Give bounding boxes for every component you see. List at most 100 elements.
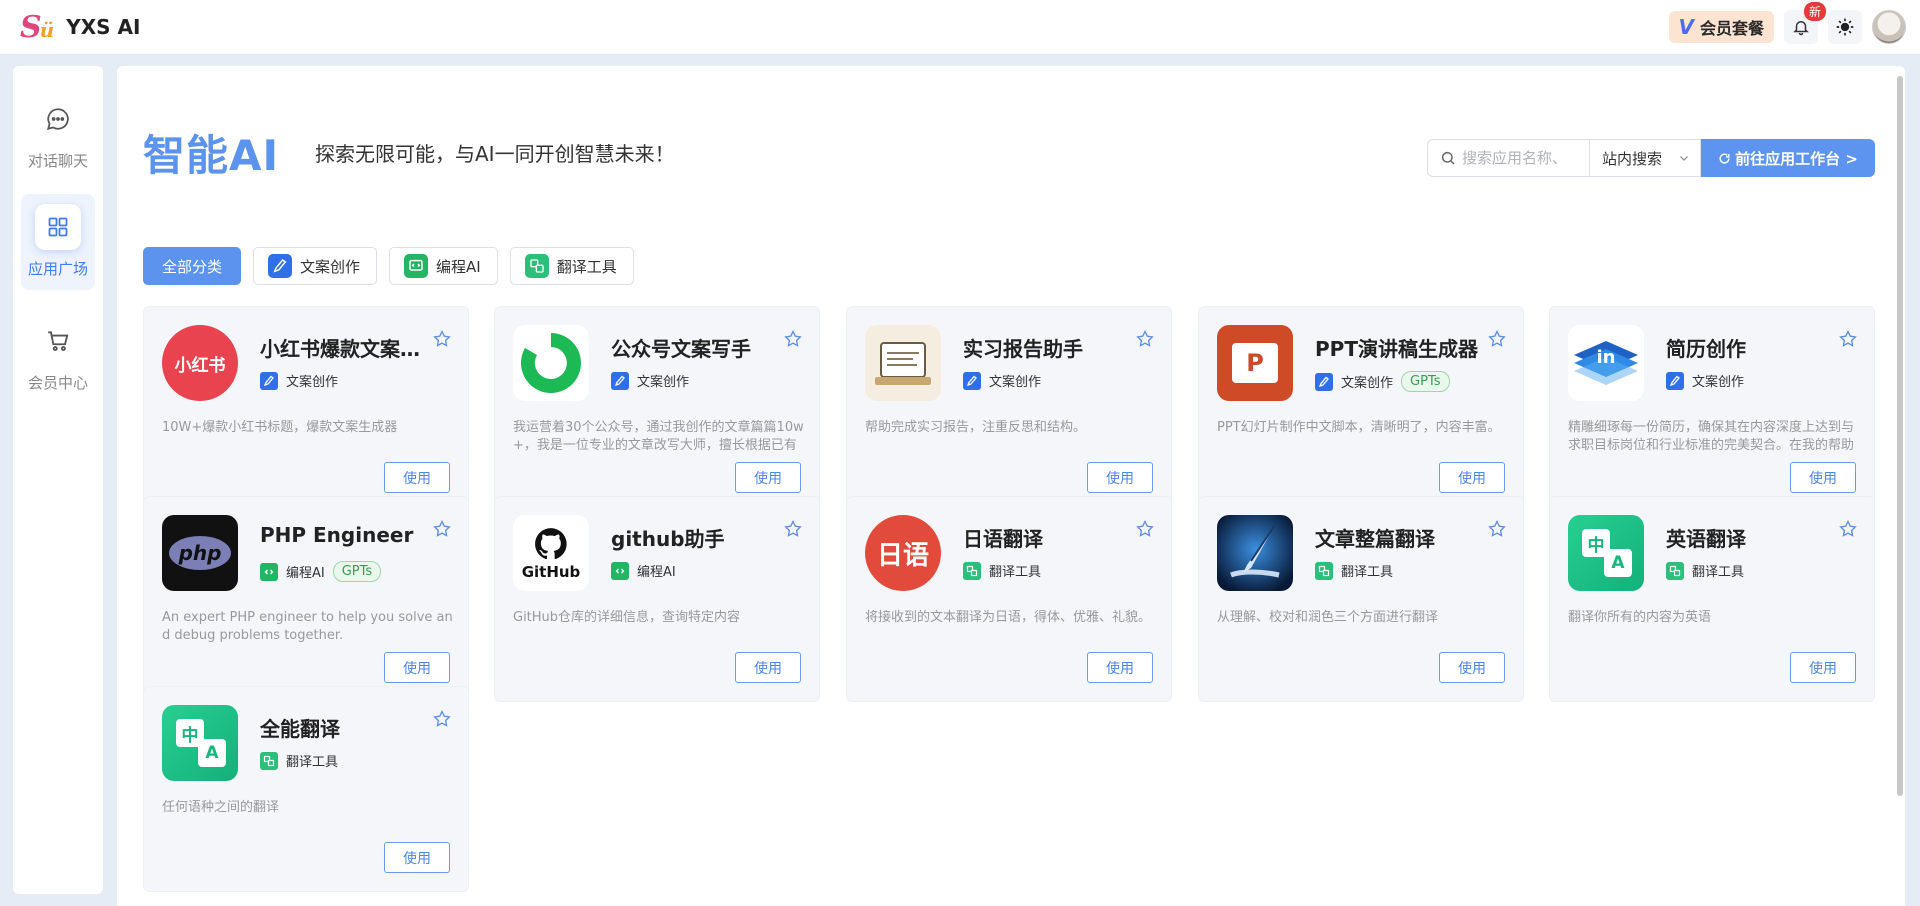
- logo[interactable]: Sü YXS AI: [20, 10, 140, 45]
- app-card[interactable]: 中 A 英语翻译 翻译工具 翻译你所有的内容为英语 使用: [1549, 496, 1875, 702]
- app-tags: 翻译工具: [1315, 561, 1393, 580]
- use-button[interactable]: 使用: [1087, 652, 1153, 683]
- sidebar-item-chat[interactable]: 对话聊天: [13, 96, 103, 171]
- app-icon: 中A: [1568, 515, 1644, 591]
- app-category: 编程AI: [637, 565, 676, 580]
- star-icon[interactable]: [1135, 519, 1155, 543]
- search-icon: [1441, 151, 1455, 165]
- filter-coding[interactable]: 编程AI: [389, 247, 498, 285]
- app-tags: 文案创作: [611, 371, 689, 390]
- category-filters: 全部分类 文案创作 编程AI 翻译工具: [143, 247, 634, 285]
- category-icon: [611, 561, 629, 580]
- search-bar: 站内搜索 前往应用工作台 >: [1427, 139, 1875, 177]
- filter-translation[interactable]: 翻译工具: [509, 247, 634, 285]
- app-name: YXS AI: [66, 15, 141, 39]
- app-icon: [1217, 515, 1293, 591]
- use-button[interactable]: 使用: [384, 462, 450, 493]
- app-name: 简历创作: [1666, 337, 1746, 361]
- avatar[interactable]: [1872, 10, 1906, 44]
- svg-text:in: in: [1597, 347, 1616, 368]
- app-icon-text: P: [1232, 343, 1278, 383]
- app-tags: 文案创作 GPTs: [1315, 371, 1450, 392]
- category-icon: [1666, 371, 1684, 390]
- app-description: 将接收到的文本翻译为日语，得体、优雅、礼貌。: [865, 610, 1152, 625]
- app-icon: 小红书: [162, 325, 238, 401]
- notification-button[interactable]: 新: [1784, 2, 1826, 44]
- use-button[interactable]: 使用: [735, 462, 801, 493]
- star-icon[interactable]: [1135, 329, 1155, 353]
- app-icon-text: php: [169, 536, 231, 570]
- sidebar: 对话聊天 应用广场 会员中心: [13, 66, 103, 894]
- app-category: 翻译工具: [286, 755, 339, 770]
- app-card[interactable]: 实习报告助手 文案创作 帮助完成实习报告，注重反思和结构。 使用: [846, 306, 1172, 512]
- search-scope-value: 站内搜索: [1602, 149, 1663, 168]
- app-description: 翻译你所有的内容为英语: [1568, 610, 1712, 625]
- app-description: An expert PHP engineer to help you solve…: [162, 610, 453, 643]
- category-icon: [611, 371, 629, 390]
- scrollbar[interactable]: [1895, 76, 1905, 796]
- sidebar-item-app-square[interactable]: 应用广场: [13, 204, 103, 279]
- theme-toggle-button[interactable]: [1828, 10, 1862, 44]
- code-icon: [404, 254, 429, 278]
- filter-all[interactable]: 全部分类: [143, 247, 242, 285]
- app-card[interactable]: GitHub github助手 编程AI GitHub仓库的详细信息，查询特定内容 使用: [494, 496, 820, 702]
- gpts-badge: GPTs: [1401, 371, 1450, 392]
- app-tags: 编程AI GPTs: [260, 561, 382, 582]
- app-icon: 中A: [162, 705, 238, 781]
- use-button[interactable]: 使用: [384, 842, 450, 873]
- app-tags: 翻译工具: [963, 561, 1041, 580]
- filter-label: 全部分类: [162, 257, 223, 276]
- star-icon[interactable]: [432, 329, 452, 353]
- app-card[interactable]: 公众号文案写手 文案创作 我运营着30个公众号，通过我创作的文章篇篇10w+，我是一…: [494, 306, 820, 512]
- gpts-badge: GPTs: [332, 561, 382, 582]
- use-button[interactable]: 使用: [1439, 462, 1505, 493]
- filter-copywriting[interactable]: 文案创作: [253, 247, 378, 285]
- search-field[interactable]: [1427, 139, 1589, 177]
- scrollbar-thumb[interactable]: [1897, 76, 1903, 796]
- star-icon[interactable]: [432, 519, 452, 543]
- app-card[interactable]: 中 A 全能翻译 翻译工具 任何语种之间的翻译 使用: [143, 686, 469, 892]
- use-button[interactable]: 使用: [735, 652, 801, 683]
- app-card[interactable]: 文章整篇翻译 翻译工具 从理解、校对和润色三个方面进行翻译 使用: [1198, 496, 1524, 702]
- app-name: PPT演讲稿生成器: [1315, 337, 1478, 361]
- use-button[interactable]: 使用: [1790, 462, 1856, 493]
- use-button[interactable]: 使用: [1087, 462, 1153, 493]
- star-icon[interactable]: [1487, 519, 1507, 543]
- app-card[interactable]: in 简历创作 文案创作 精雕细琢每一份简历，确保其在内容深度上达到与求职目标岗位和行…: [1549, 306, 1875, 512]
- top-bar: Sü YXS AI V 会员套餐 新: [0, 0, 1920, 55]
- star-icon[interactable]: [783, 329, 803, 353]
- star-icon[interactable]: [783, 519, 803, 543]
- use-button[interactable]: 使用: [1790, 652, 1856, 683]
- sidebar-item-member[interactable]: 会员中心: [13, 318, 103, 393]
- filter-label: 翻译工具: [556, 257, 617, 276]
- search-input[interactable]: [1462, 149, 1587, 167]
- goto-workbench-button[interactable]: 前往应用工作台 >: [1701, 139, 1875, 177]
- app-category: 文案创作: [1341, 376, 1394, 391]
- use-button[interactable]: 使用: [1439, 652, 1505, 683]
- star-icon[interactable]: [1838, 329, 1858, 353]
- app-description: PPT幻灯片制作中文脚本，清晰明了，内容丰富。: [1217, 420, 1501, 435]
- app-card[interactable]: 小红书小红书爆款文案生成器文案创作 10W+爆款小红书标题，爆款文案生成器使用: [143, 306, 469, 512]
- app-card[interactable]: php PHP Engineer 编程AI GPTs An expert PHP eng…: [143, 496, 469, 702]
- star-icon[interactable]: [432, 709, 452, 733]
- grid-icon: [48, 217, 68, 237]
- app-name: 公众号文案写手: [611, 337, 751, 361]
- app-description: 精雕细琢每一份简历，确保其在内容深度上达到与求职目标岗位和行业标准的完美契合。在…: [1568, 420, 1855, 453]
- app-tags: 翻译工具: [1666, 561, 1744, 580]
- app-card[interactable]: 日语 日语翻译 翻译工具 将接收到的文本翻译为日语，得体、优雅、礼貌。 使用: [846, 496, 1172, 702]
- app-icon-text: GitHub: [521, 563, 581, 581]
- vip-button[interactable]: V 会员套餐: [1668, 11, 1774, 43]
- app-card[interactable]: P PPT演讲稿生成器文案创作 GPTs PPT幻灯片制作中文脚本，清晰明了，内容丰富…: [1198, 306, 1524, 512]
- app-tags: 翻译工具: [260, 751, 338, 770]
- vip-label: 会员套餐: [1699, 19, 1764, 38]
- app-icon: [513, 325, 589, 401]
- star-icon[interactable]: [1487, 329, 1507, 353]
- app-icon: [865, 325, 941, 401]
- app-category: 翻译工具: [1692, 565, 1745, 580]
- app-description: 从理解、校对和润色三个方面进行翻译: [1217, 610, 1439, 625]
- star-icon[interactable]: [1838, 519, 1858, 543]
- use-button[interactable]: 使用: [384, 652, 450, 683]
- app-name: 小红书爆款文案生成器: [260, 337, 430, 361]
- refresh-icon: [1719, 153, 1730, 164]
- search-scope-select[interactable]: 站内搜索: [1589, 139, 1701, 177]
